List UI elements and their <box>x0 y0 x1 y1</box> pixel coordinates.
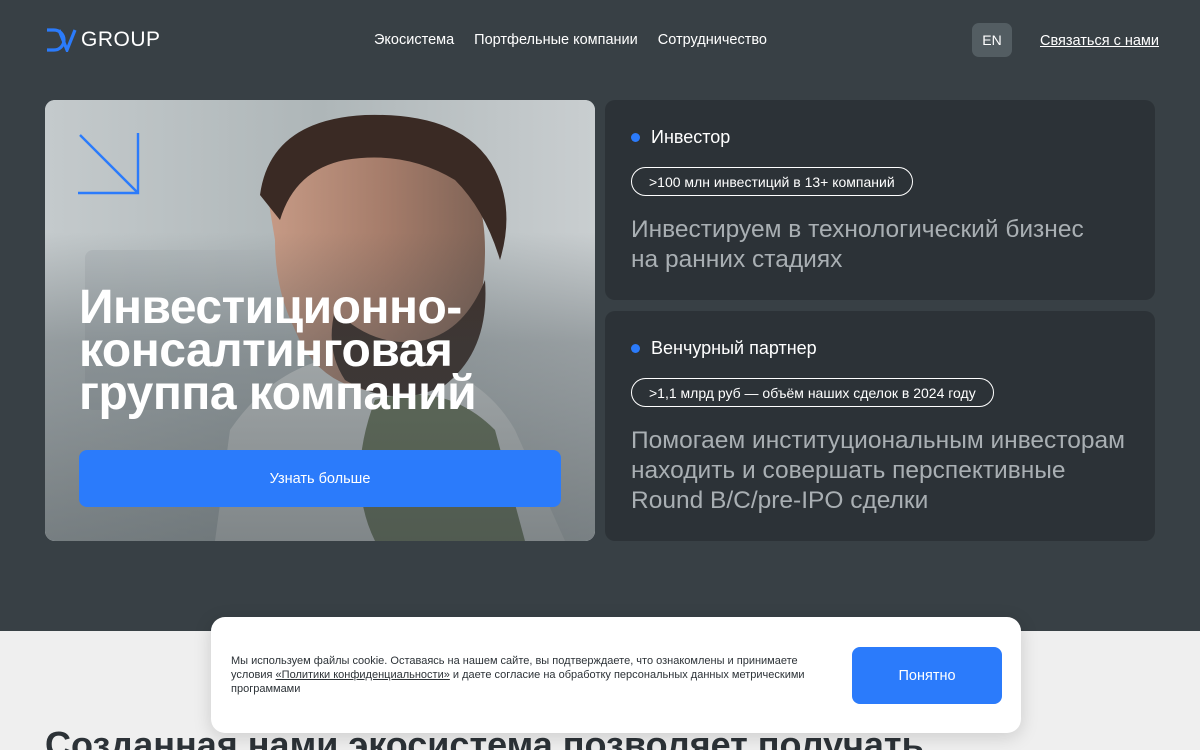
site-header: GROUP Экосистема Портфельные компании Со… <box>0 0 1200 80</box>
language-switch-button[interactable]: EN <box>972 23 1012 57</box>
nav-item-cooperation[interactable]: Сотрудничество <box>658 30 767 50</box>
venture-partner-card: Венчурный партнер >1,1 млрд руб — объём … <box>605 311 1155 541</box>
card-label: Венчурный партнер <box>631 337 817 359</box>
cookie-text: Мы используем файлы cookie. Оставаясь на… <box>231 654 836 696</box>
blue-dot-icon <box>631 343 640 353</box>
nav-item-ecosystem[interactable]: Экосистема <box>374 30 454 50</box>
nav-item-portfolio[interactable]: Портфельные компании <box>474 30 638 50</box>
card-description: Инвестируем в технологический бизнес на … <box>631 216 1084 273</box>
main-nav: Экосистема Портфельные компании Сотрудни… <box>374 30 767 50</box>
dv-logo-icon <box>47 28 77 52</box>
stat-badge: >1,1 млрд руб — объём наших сделок в 202… <box>631 378 994 407</box>
logo[interactable]: GROUP <box>45 28 161 52</box>
cookie-accept-button[interactable]: Понятно <box>852 647 1002 704</box>
investor-card: Инвестор >100 млн инвестиций в 13+ компа… <box>605 100 1155 300</box>
blue-dot-icon <box>631 132 640 142</box>
cookie-banner: Мы используем файлы cookie. Оставаясь на… <box>211 617 1021 733</box>
card-description: Помогаем институциональным инвесторам на… <box>631 427 1125 514</box>
hero-title: Инвестиционно-консалтинговая группа комп… <box>79 281 477 420</box>
privacy-policy-link[interactable]: «Политики конфиденциальности» <box>276 669 450 681</box>
hero-card: Инвестиционно-консалтинговая группа комп… <box>45 100 595 541</box>
logo-text: GROUP <box>81 28 161 51</box>
arrow-down-right-icon <box>78 133 140 195</box>
learn-more-button[interactable]: Узнать больше <box>79 450 561 507</box>
card-label-text: Венчурный партнер <box>651 338 817 358</box>
card-label-text: Инвестор <box>651 127 731 147</box>
contact-link[interactable]: Связаться с нами <box>1040 31 1159 51</box>
card-label: Инвестор <box>631 126 730 148</box>
stat-badge: >100 млн инвестиций в 13+ компаний <box>631 167 913 196</box>
